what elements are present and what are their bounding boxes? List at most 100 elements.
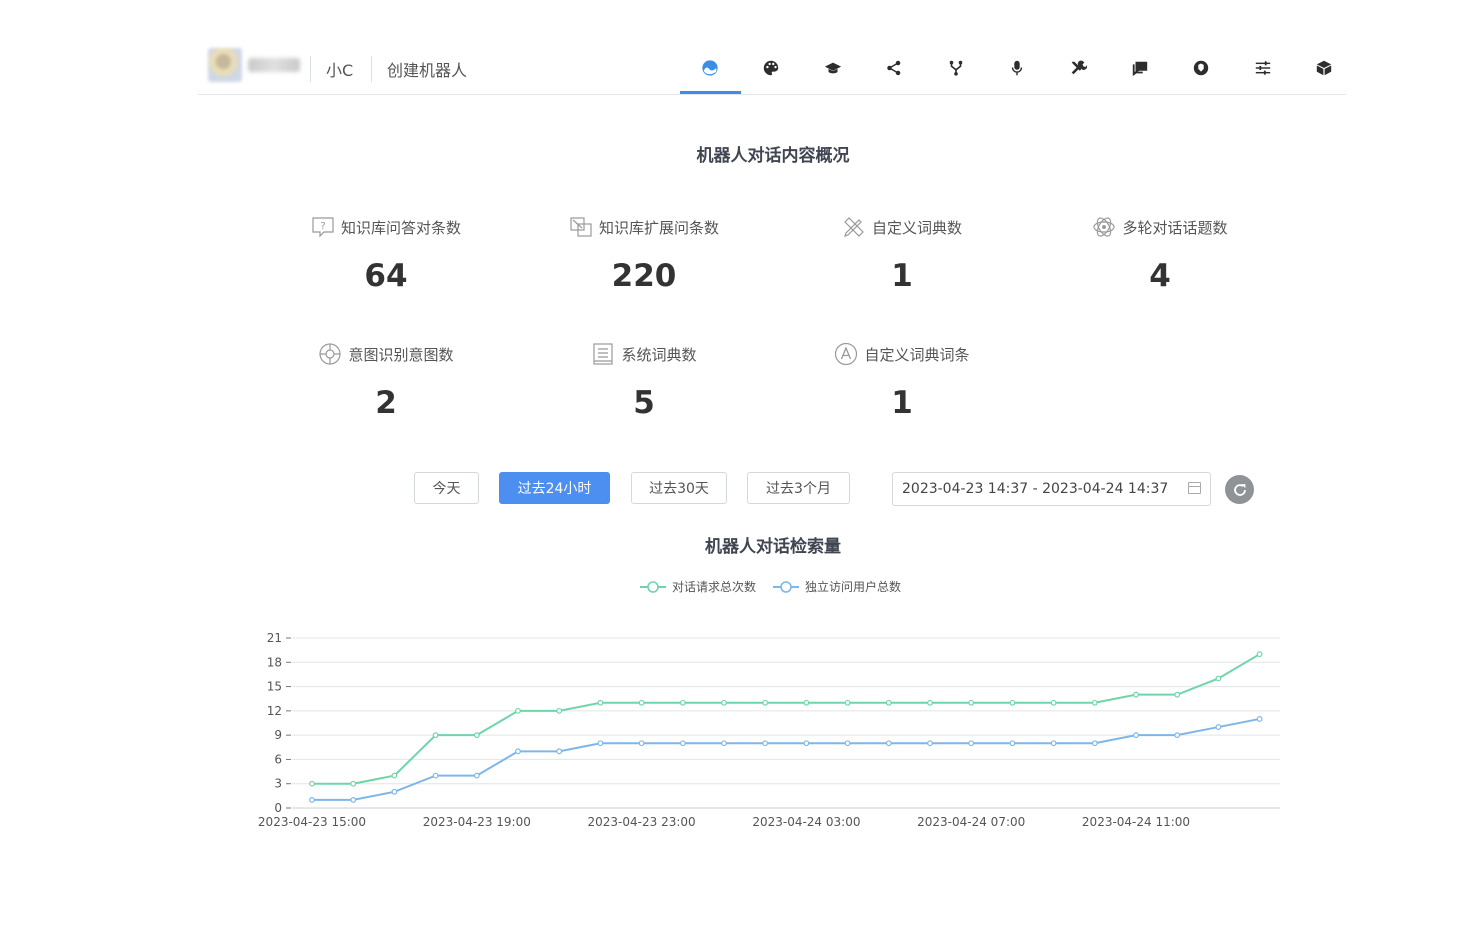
share-icon[interactable] [880, 54, 908, 82]
x-tick-label: 2023-04-24 07:00 [917, 815, 1025, 829]
filter-30d-button[interactable]: 过去30天 [631, 472, 727, 504]
stat-label: 知识库扩展问条数 [598, 218, 719, 237]
plugin-icon[interactable] [1187, 54, 1215, 82]
y-tick-label: 0 [274, 801, 282, 815]
stat-value: 220 [611, 258, 677, 294]
breadcrumb-bot-name[interactable]: 小C [326, 57, 353, 81]
data-point [391, 772, 398, 779]
data-point [1050, 699, 1057, 706]
y-tick-label: 3 [274, 777, 282, 791]
data-point [1009, 699, 1016, 706]
data-point [1215, 724, 1222, 730]
data-point [968, 699, 975, 706]
stat-qa-pairs: ? 知识库问答对条数 64 [276, 214, 496, 294]
data-point [927, 699, 933, 706]
overview-title: 机器人对话内容概况 [696, 146, 850, 166]
stat-label: 自定义词典词条 [864, 345, 970, 364]
stat-intents: 意图识别意图数 2 [276, 341, 496, 421]
legend-label: 对话请求总次数 [672, 580, 757, 594]
data-point [1050, 740, 1057, 747]
stat-custom-dictionaries: 自定义词典数 1 [792, 214, 1012, 294]
letter-a-circle-icon [835, 342, 858, 366]
y-tick-label: 15 [267, 680, 282, 694]
legend-line-symbol [640, 580, 666, 593]
divider [371, 56, 372, 82]
avatar[interactable] [208, 48, 242, 82]
stat-value: 64 [364, 258, 408, 294]
data-point [1009, 740, 1016, 747]
data-point [1133, 691, 1139, 698]
divider [310, 56, 311, 82]
date-range-text: 2023-04-23 14:37 - 2023-04-24 14:37 [902, 481, 1169, 497]
user-name [248, 58, 300, 72]
data-point [1215, 675, 1222, 682]
stat-value: 2 [375, 385, 397, 421]
stat-value: 1 [891, 258, 913, 294]
legend-label: 独立访问用户总数 [805, 580, 902, 594]
stat-label: 系统词典数 [621, 345, 697, 364]
data-point [1091, 740, 1098, 747]
data-point [638, 699, 645, 706]
stat-system-dictionaries: 系统词典数 5 [534, 341, 754, 421]
data-point [721, 740, 727, 747]
data-point [679, 740, 686, 747]
chat-icon[interactable] [1126, 54, 1154, 82]
calendar-icon[interactable] [1188, 482, 1201, 494]
filter-24h-button[interactable]: 过去24小时 [499, 472, 610, 504]
date-range-input[interactable]: 2023-04-23 14:37 - 2023-04-24 14:37 [892, 472, 1211, 506]
data-point [1091, 699, 1098, 706]
y-tick-label: 18 [267, 655, 282, 669]
data-point [515, 707, 521, 714]
question-box-icon: ? [312, 217, 334, 238]
microphone-icon[interactable] [1003, 54, 1031, 82]
data-point [885, 740, 892, 747]
stat-value: 1 [891, 385, 913, 421]
data-point [597, 699, 604, 706]
stat-label: 意图识别意图数 [348, 345, 454, 364]
data-point [762, 699, 769, 706]
fork-icon[interactable] [942, 54, 970, 82]
dashboard-icon[interactable] [696, 54, 724, 82]
data-point [556, 748, 563, 755]
data-point [556, 707, 563, 714]
breadcrumb-create-bot[interactable]: 创建机器人 [387, 57, 467, 81]
stat-extended-questions: 知识库扩展问条数 220 [534, 214, 754, 294]
stat-label: 自定义词典数 [871, 218, 962, 237]
stat-label: 多轮对话话题数 [1122, 218, 1228, 237]
copy-squares-icon [570, 217, 592, 237]
top-bar: 小C 创建机器人 [198, 38, 1346, 95]
stat-multi-turn-topics: 多轮对话话题数 4 [1050, 214, 1270, 294]
stat-label: 知识库问答对条数 [340, 218, 461, 237]
data-point [803, 699, 810, 706]
stat-custom-dictionary-entries: 自定义词典词条 1 [792, 341, 1012, 421]
data-point [1133, 732, 1139, 739]
palette-icon[interactable] [757, 54, 785, 82]
cube-icon[interactable] [1310, 54, 1338, 82]
atom-dialog-icon [1093, 217, 1116, 237]
data-point [309, 797, 315, 803]
stat-value: 4 [1149, 258, 1171, 294]
refresh-button[interactable] [1225, 475, 1254, 504]
filter-today-button[interactable]: 今天 [414, 472, 479, 504]
data-point [638, 740, 645, 747]
data-point [968, 740, 975, 747]
legend-item[interactable]: 独立访问用户总数 [773, 578, 901, 595]
y-tick-label: 9 [274, 728, 282, 742]
data-point [515, 748, 521, 755]
data-point [309, 780, 315, 787]
x-tick-label: 2023-04-24 11:00 [1082, 815, 1190, 829]
legend-item[interactable]: 对话请求总次数 [640, 578, 756, 595]
data-point [721, 699, 727, 706]
data-point [885, 699, 892, 706]
sliders-icon[interactable] [1249, 54, 1277, 82]
data-point [350, 797, 357, 803]
data-point [844, 740, 851, 747]
data-point [1174, 691, 1181, 698]
book-icon [593, 343, 614, 365]
filter-3m-button[interactable]: 过去3个月 [747, 472, 850, 504]
graduation-cap-icon[interactable] [819, 54, 847, 82]
pencil-ruler-icon [844, 217, 864, 237]
x-tick-label: 2023-04-24 03:00 [752, 815, 860, 829]
tools-icon[interactable] [1064, 54, 1092, 82]
active-tab-indicator [680, 91, 741, 94]
